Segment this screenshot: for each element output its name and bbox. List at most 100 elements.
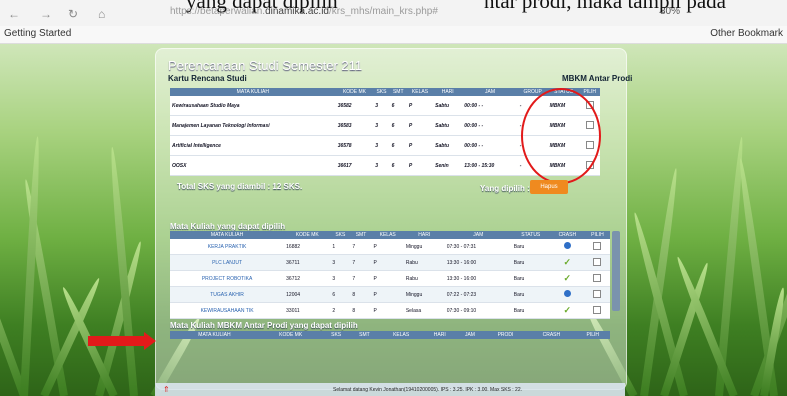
table-cell: 6	[389, 96, 407, 116]
crash-info-icon	[563, 290, 571, 297]
column-header: CRASH	[549, 231, 585, 239]
column-header: MATA KULIAH	[170, 231, 285, 239]
table-cell: 13:30 - 16:00	[444, 270, 512, 287]
table-cell: Rabu	[403, 270, 445, 287]
table-cell: 07:22 - 07:23	[444, 286, 512, 303]
table-cell: 3	[330, 270, 351, 287]
table-cell: 7	[350, 270, 372, 287]
column-header: KELAS	[378, 331, 424, 339]
mbkm-courses-table: MATA KULIAH KODE MK SKS SMT KELAS HARI JAM PROD…	[170, 331, 610, 339]
selected-label: Yang dipilih :	[480, 184, 530, 193]
table-cell: Sabtu	[433, 96, 463, 116]
table-row: PROJECT ROBOTIKA 36712 3 7 P Rabu 13:30 - 16:0…	[170, 270, 610, 287]
column-header: HARI	[433, 88, 463, 96]
table-cell: P	[371, 239, 404, 255]
select-checkbox[interactable]	[593, 257, 602, 266]
table-cell	[584, 239, 610, 255]
table-row: TUGAS AKHIR 12004 6 8 P Minggu 07:22 - 07:23 Ba…	[170, 286, 610, 303]
column-header: KODE MK	[258, 331, 323, 339]
column-header: KELAS	[371, 231, 404, 239]
caption-right: ntar prodi, maka tampil pada	[484, 0, 727, 13]
table-cell: Kewirausahaan Studio Maya	[170, 96, 336, 116]
table-cell: 7	[350, 239, 372, 255]
select-checkbox[interactable]	[593, 305, 602, 314]
column-header: JAM	[456, 331, 484, 339]
column-header: KELAS	[406, 88, 434, 96]
status-bar: ⇑ Selamat datang Kevin Jonathan(19410200…	[155, 383, 625, 396]
mbkm-courses-heading: Mata Kuliah MBKM Antar Prodi yang dapat …	[170, 321, 358, 330]
table-cell: Minggu	[403, 239, 445, 255]
column-header: SMT	[389, 88, 407, 96]
table-cell: 6	[389, 135, 407, 156]
column-header: JAM	[444, 231, 512, 239]
table-cell: 12004	[284, 286, 331, 303]
bookmarks-bar: Getting Started Other Bookmark	[0, 26, 787, 44]
table-cell	[584, 286, 610, 303]
table-cell: 13:00 - 15:30	[462, 155, 518, 176]
column-header: PILIH	[584, 231, 610, 239]
table-cell: Senin	[433, 155, 463, 176]
table-cell: Sabtu	[433, 135, 463, 156]
mbkm-label: MBKM Antar Prodi	[562, 74, 633, 83]
table-cell: 36578	[335, 135, 374, 156]
column-header: SMT	[349, 331, 379, 339]
document-caption: yang dapat dipilih ntar prodi, maka tamp…	[0, 0, 787, 14]
table-cell: 07:30 - 07:31	[444, 239, 512, 255]
table-cell	[584, 270, 610, 287]
bookmark-getting-started[interactable]: Getting Started	[4, 28, 71, 39]
table-cell: P	[371, 302, 404, 319]
table-cell: Baru	[511, 286, 550, 303]
select-checkbox[interactable]	[593, 273, 602, 282]
page-title: Perencanaan Studi Semester 211	[168, 58, 363, 73]
annotation-arrow	[88, 336, 146, 346]
bookmark-other[interactable]: Other Bookmark	[710, 28, 783, 39]
table-cell: Rabu	[403, 254, 445, 271]
table-cell	[584, 254, 610, 271]
annotation-arrowhead	[144, 332, 156, 350]
table-cell	[584, 302, 610, 319]
table-cell: P	[406, 96, 434, 116]
table-cell: 33011	[284, 302, 331, 319]
table-cell: 13:30 - 16:00	[444, 254, 512, 271]
table-cell: ✓	[549, 270, 585, 287]
table-cell: TUGAS AKHIR	[170, 286, 285, 303]
check-icon: ✓	[563, 273, 572, 283]
table-cell: Selasa	[403, 302, 445, 319]
crash-info-icon	[563, 242, 571, 249]
krs-label: Kartu Rencana Studi	[168, 74, 247, 83]
status-text: Selamat datang Kevin Jonathan(1941020000…	[333, 387, 523, 393]
column-header: CRASH	[527, 331, 576, 339]
table-cell: PLC LANJUT	[170, 254, 285, 271]
table-cell: 36712	[284, 270, 331, 287]
column-header: MATA KULIAH	[170, 88, 336, 96]
table-scrollbar[interactable]	[612, 231, 620, 311]
scroll-top-icon[interactable]: ⇑	[163, 385, 170, 394]
table-cell: 6	[389, 155, 407, 176]
table-cell: 3	[373, 155, 390, 176]
column-header: KODE MK	[284, 231, 331, 239]
table-cell: P	[406, 115, 434, 136]
table-cell: ✓	[549, 254, 585, 271]
delete-button[interactable]: Hapus	[530, 180, 568, 194]
available-courses-table: MATA KULIAH KODE MK SKS SMT KELAS HARI JAM STAT…	[170, 231, 610, 319]
table-cell: Manajemen Layanan Teknologi Informasi	[170, 115, 336, 136]
table-cell: ✓	[549, 302, 585, 319]
table-cell: 2	[330, 302, 351, 319]
table-cell: P	[371, 254, 404, 271]
column-header: HARI	[423, 331, 457, 339]
table-cell: 36583	[335, 115, 374, 136]
column-header: SKS	[330, 231, 351, 239]
table-cell: 00:00 - -	[462, 115, 518, 136]
table-cell: 3	[373, 115, 390, 136]
table-cell: P	[371, 286, 404, 303]
select-checkbox[interactable]	[593, 289, 602, 298]
table-cell: 1	[330, 239, 351, 255]
table-cell: Artificial Intelligence	[170, 135, 336, 156]
table-cell: 8	[350, 286, 372, 303]
select-checkbox[interactable]	[593, 241, 602, 250]
table-cell: KERJA PRAKTIK	[170, 239, 285, 255]
column-header: SKS	[322, 331, 350, 339]
table-cell: 00:00 - -	[462, 96, 518, 116]
column-header: KODE MK	[335, 88, 374, 96]
table-cell: OOSX	[170, 155, 336, 176]
